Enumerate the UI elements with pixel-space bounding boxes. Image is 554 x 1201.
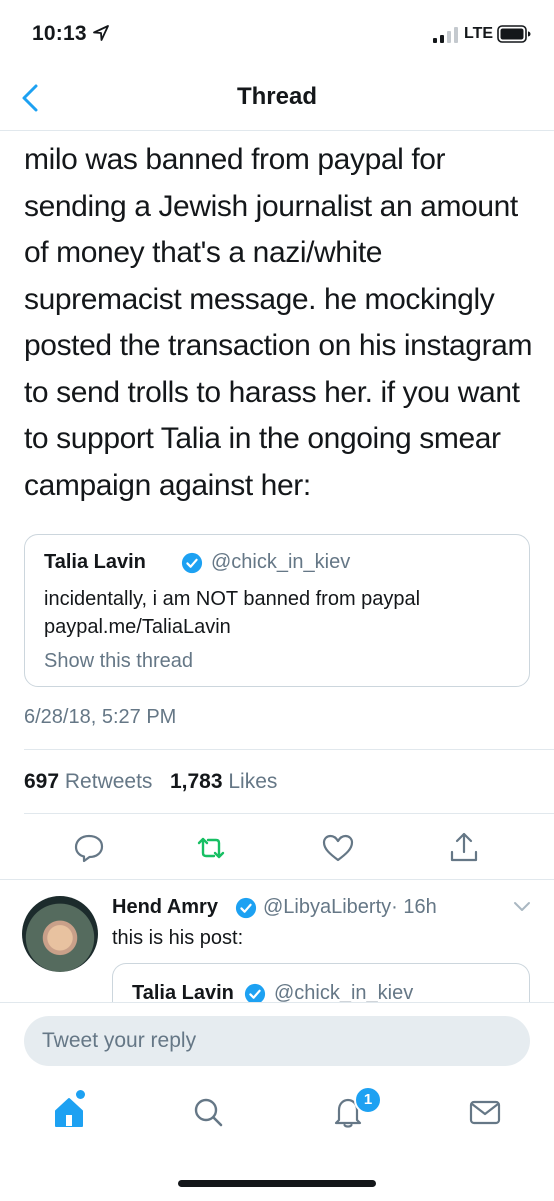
reply-input[interactable] bbox=[24, 1016, 530, 1066]
quoted-tweet-card[interactable]: Talia Lavin @chick_in_kiev incidentally,… bbox=[24, 534, 530, 687]
home-new-indicator bbox=[76, 1090, 85, 1099]
reply-icon[interactable] bbox=[71, 830, 107, 866]
quoted-author-handle: @chick_in_kiev bbox=[211, 551, 351, 573]
search-icon[interactable] bbox=[190, 1094, 226, 1130]
show-thread-link[interactable]: Show this thread bbox=[44, 650, 193, 673]
tweet-text: milo was banned from paypal for sending … bbox=[24, 143, 533, 502]
avatar[interactable] bbox=[22, 896, 98, 972]
status-time: 10:13 bbox=[32, 22, 87, 45]
retweet-icon[interactable] bbox=[193, 830, 229, 866]
verified-icon bbox=[235, 897, 257, 919]
reply-time: · 16h bbox=[391, 896, 437, 918]
likes-label[interactable]: Likes bbox=[228, 770, 277, 793]
quoted-author-name: Talia Lavin bbox=[44, 551, 146, 573]
retweet-count[interactable]: 697 bbox=[24, 770, 59, 793]
tweet-stats: 697 Retweets 1,783 Likes bbox=[24, 770, 277, 794]
notification-badge: 1 bbox=[354, 1086, 382, 1114]
home-indicator bbox=[178, 1180, 376, 1187]
signal-icon bbox=[433, 27, 458, 43]
reply-text: this is his post: bbox=[112, 927, 244, 949]
messages-icon[interactable] bbox=[467, 1094, 503, 1130]
quoted-link[interactable]: paypal.me/TaliaLavin bbox=[44, 616, 231, 639]
like-count[interactable]: 1,783 bbox=[170, 770, 223, 793]
location-arrow-icon bbox=[93, 25, 109, 41]
home-icon[interactable] bbox=[51, 1094, 87, 1130]
reply-handle-text: @LibyaLiberty bbox=[263, 896, 392, 918]
reply-author-name[interactable]: Hend Amry bbox=[112, 896, 218, 919]
reply-author-handle: @LibyaLiberty· 16h bbox=[263, 896, 437, 919]
divider bbox=[24, 749, 554, 750]
network-type: LTE bbox=[464, 25, 494, 42]
share-icon[interactable] bbox=[446, 830, 482, 866]
chevron-down-icon[interactable] bbox=[512, 900, 532, 914]
divider bbox=[24, 813, 554, 814]
divider bbox=[0, 879, 554, 880]
divider bbox=[0, 130, 554, 131]
verified-icon bbox=[181, 552, 203, 574]
like-icon[interactable] bbox=[320, 830, 356, 866]
battery-icon bbox=[497, 25, 531, 43]
quoted-text-line: incidentally, i am NOT banned from paypa… bbox=[44, 588, 421, 610]
retweets-label[interactable]: Retweets bbox=[65, 770, 153, 793]
page-title: Thread bbox=[236, 83, 317, 110]
tweet-timestamp: 6/28/18, 5:27 PM bbox=[24, 706, 177, 728]
